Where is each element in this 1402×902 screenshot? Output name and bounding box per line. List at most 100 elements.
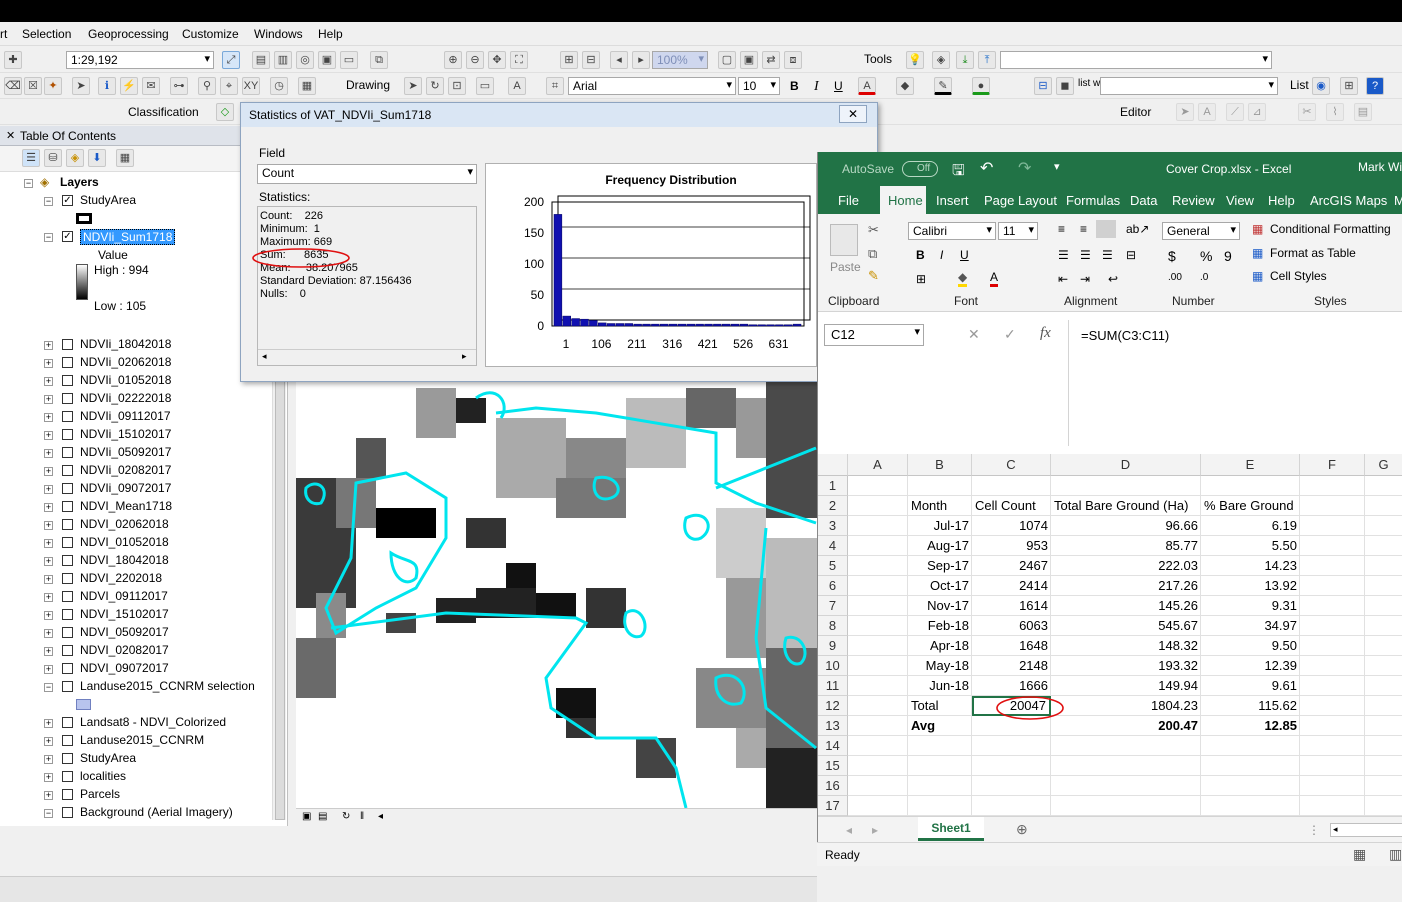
excel-font-color-icon[interactable]: A (990, 270, 999, 287)
align-left-icon[interactable]: ☰ (1058, 248, 1069, 262)
layer-visibility-checkbox[interactable] (62, 627, 73, 638)
workspace-combo[interactable] (1100, 77, 1278, 95)
column-header[interactable]: A (848, 454, 908, 476)
layer-visibility-checkbox[interactable] (62, 753, 73, 764)
underline-button[interactable]: U (834, 79, 843, 93)
number-format-combo[interactable]: General (1162, 222, 1240, 240)
toc-options-icon[interactable]: ▦ (116, 149, 134, 167)
wrap-text-icon[interactable]: ↩ (1108, 272, 1118, 286)
worksheet-grid[interactable]: A B C D E F G 1 2 3 4 5 6 7 8 9 10 11 12 13 14 15 16 17 Month Cel… (818, 454, 1402, 816)
row-header[interactable]: 15 (818, 756, 848, 776)
expand-icon[interactable]: + (44, 593, 53, 602)
clear-selection-icon[interactable]: ⌫ (4, 77, 22, 95)
layer-visibility-checkbox[interactable] (62, 645, 73, 656)
align-right-icon[interactable]: ☰ (1102, 248, 1113, 262)
column-header[interactable]: F (1300, 454, 1365, 476)
table-cell[interactable]: 953 (972, 536, 1051, 556)
table-cell[interactable]: Jul-17 (908, 516, 972, 536)
merge-center-icon[interactable]: ⊟ (1126, 248, 1136, 262)
undo-icon[interactable]: ↶ (980, 158, 993, 178)
expand-icon[interactable]: + (44, 647, 53, 656)
cell-styles-icon[interactable]: ▦ (1252, 269, 1263, 283)
html-popup-icon[interactable]: ✉ (142, 77, 160, 95)
column-header[interactable]: B (908, 454, 972, 476)
table-cell[interactable]: 1666 (972, 676, 1051, 696)
table-cell[interactable]: 14.23 (1201, 556, 1300, 576)
hscroll-left-icon[interactable]: ◂ (1333, 824, 1338, 835)
normal-view-icon[interactable]: ▦ (1353, 846, 1366, 863)
add-sheet-icon[interactable]: ⊕ (1016, 821, 1028, 838)
tools-combo[interactable] (1000, 51, 1272, 69)
row-header[interactable]: 16 (818, 776, 848, 796)
copy-icon[interactable]: ⧉ (868, 246, 877, 262)
expand-icon[interactable]: + (44, 431, 53, 440)
tab-home[interactable]: Home (888, 193, 923, 208)
cancel-icon[interactable]: ✕ (968, 326, 980, 343)
map-view[interactable] (296, 378, 818, 808)
table-cell[interactable]: 149.94 (1051, 676, 1201, 696)
layer-visibility-checkbox[interactable] (62, 501, 73, 512)
layer-visibility-checkbox[interactable] (62, 465, 73, 476)
table-cell[interactable]: Month (908, 496, 972, 516)
currency-icon[interactable]: $ (1168, 248, 1176, 264)
table-cell[interactable]: Feb-18 (908, 616, 972, 636)
scroll-left-icon[interactable]: ◂ (378, 811, 383, 822)
find-icon[interactable]: ⚲ (198, 77, 216, 95)
edit-annotation-icon[interactable]: A (1198, 103, 1216, 121)
table-cell[interactable]: 115.62 (1201, 696, 1300, 716)
name-box[interactable]: C12 (824, 324, 924, 346)
layer-visibility-checkbox[interactable] (62, 555, 73, 566)
model-builder-icon[interactable]: ⧉ (370, 51, 388, 69)
table-cell[interactable]: Cell Count (972, 496, 1051, 516)
table-cell[interactable]: 12.39 (1201, 656, 1300, 676)
marker-color-icon[interactable]: ● (972, 77, 990, 95)
table-cell[interactable]: 12.85 (1201, 716, 1300, 736)
layout-full-extent-icon[interactable]: ⛶ (510, 51, 528, 69)
layer-visibility-checkbox[interactable] (62, 609, 73, 620)
zoom-layer-icon[interactable]: ✦ (44, 77, 62, 95)
fill-color-bucket-icon[interactable]: ◆ (958, 270, 968, 287)
expand-icon[interactable]: + (44, 575, 53, 584)
download-arrow-icon[interactable]: ⤓ (956, 51, 974, 69)
row-header[interactable]: 11 (818, 676, 848, 696)
attributes-icon[interactable]: ▤ (1354, 103, 1372, 121)
table-cell[interactable]: Oct-17 (908, 576, 972, 596)
editor-toolbar-icon[interactable]: ⤢ (222, 51, 240, 69)
borders-icon[interactable]: ⊞ (916, 272, 926, 286)
expand-icon[interactable]: + (44, 755, 53, 764)
expand-icon[interactable]: + (44, 413, 53, 422)
font-color-icon[interactable]: A (858, 77, 876, 95)
layout-forward-icon[interactable]: ▸ (632, 51, 650, 69)
menu-customize[interactable]: Customize (182, 27, 239, 41)
field-select[interactable]: Count (257, 164, 477, 184)
expand-icon[interactable]: + (44, 449, 53, 458)
layer-visibility-checkbox[interactable] (62, 807, 73, 818)
expand-icon[interactable]: + (44, 791, 53, 800)
tab-insert[interactable]: Insert (936, 193, 969, 208)
table-cell[interactable]: 9.50 (1201, 636, 1300, 656)
excel-font-combo[interactable]: Calibri (908, 222, 996, 240)
table-cell[interactable]: 96.66 (1051, 516, 1201, 536)
layer-visibility-checkbox[interactable] (62, 429, 73, 440)
expand-icon[interactable]: + (44, 629, 53, 638)
tab-view[interactable]: View (1226, 193, 1254, 208)
layer-icon[interactable]: ◈ (932, 51, 950, 69)
layer-visibility-checkbox[interactable]: ✓ (62, 195, 73, 206)
identify-icon[interactable]: ℹ (98, 77, 116, 95)
table-cell[interactable]: 34.97 (1201, 616, 1300, 636)
focus-data-frame-icon[interactable]: ▣ (740, 51, 758, 69)
table-cell[interactable]: 6.19 (1201, 516, 1300, 536)
layer-visibility-checkbox[interactable] (62, 519, 73, 530)
save-icon[interactable]: 🖫 (952, 160, 965, 185)
layer-visibility-checkbox[interactable] (62, 717, 73, 728)
layer-visibility-checkbox[interactable] (62, 735, 73, 746)
cut-icon[interactable]: ✂ (868, 222, 879, 238)
pause-icon[interactable]: ‖ (360, 811, 364, 822)
horizontal-scrollbar[interactable]: ◂ (1330, 823, 1402, 837)
format-as-table-button[interactable]: Format as Table (1270, 246, 1356, 260)
column-header[interactable]: D (1051, 454, 1201, 476)
column-header[interactable]: E (1201, 454, 1300, 476)
edit-tool-icon[interactable]: ➤ (1176, 103, 1194, 121)
menu-geoprocessing[interactable]: Geoprocessing (88, 27, 169, 41)
format-table-icon[interactable]: ▦ (1252, 246, 1263, 260)
